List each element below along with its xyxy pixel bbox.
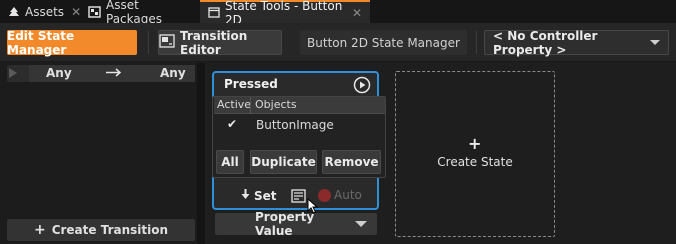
plus-icon: + — [468, 134, 482, 153]
object-name: ButtonImage — [256, 118, 334, 132]
panel-splitter[interactable] — [197, 63, 205, 244]
button-label: Transition Editor — [180, 28, 248, 57]
tab-label: Asset Packages — [106, 0, 162, 26]
set-button[interactable]: Set — [240, 188, 277, 203]
play-icon[interactable] — [353, 76, 371, 97]
window-icon — [208, 7, 220, 18]
mouse-cursor-icon — [307, 197, 319, 217]
toolbar-divider — [148, 31, 149, 54]
tab-state-tools[interactable]: State Tools - Button 2D ✕ — [200, 0, 370, 27]
transition-editor-button[interactable]: Transition Editor — [158, 28, 282, 57]
column-header-active: Active — [217, 98, 252, 111]
close-icon[interactable]: ✕ — [352, 6, 362, 20]
tab-label: Assets — [25, 4, 65, 19]
state-manager-selector[interactable]: Button 2D State Manager — [300, 30, 467, 55]
arrow-right-icon — [105, 64, 123, 84]
button-label: Auto — [334, 188, 362, 202]
transition-editor-icon — [159, 34, 175, 51]
chevron-down-icon — [355, 221, 367, 227]
objects-table-header: Active Objects — [214, 97, 385, 114]
tab-assets[interactable]: Assets ✕ — [0, 0, 81, 23]
toolbar: Edit State Manager Transition Editor But… — [0, 23, 676, 62]
dropdown-label: < No Controller Property > — [493, 28, 598, 57]
create-state-label: Create State — [437, 155, 513, 169]
button-label: Create Transition — [51, 223, 169, 237]
toolbar-divider — [476, 31, 477, 54]
package-icon — [88, 5, 101, 18]
remove-button[interactable]: Remove — [322, 150, 381, 174]
property-value-dropdown[interactable]: Property Value — [215, 210, 377, 238]
button-label: Edit State Manager — [7, 28, 75, 57]
tree-icon — [8, 6, 20, 18]
tab-asset-packages[interactable]: Asset Packages — [80, 0, 198, 26]
tab-bar: Assets ✕ Asset Packages State Tools - Bu… — [0, 0, 676, 27]
record-icon — [318, 188, 331, 202]
create-state-button[interactable] — [395, 71, 555, 237]
column-header-objects: Objects — [255, 98, 297, 111]
button-label: Button 2D State Manager — [307, 35, 460, 50]
checklist-icon[interactable] — [291, 189, 307, 206]
transition-to: Any — [160, 66, 186, 80]
edit-state-manager-button[interactable]: Edit State Manager — [7, 28, 137, 57]
column-divider — [250, 97, 251, 114]
button-label: All — [221, 155, 239, 169]
state-name: Pressed — [224, 77, 278, 91]
duplicate-button[interactable]: Duplicate — [250, 150, 317, 174]
transitions-panel — [0, 63, 197, 244]
button-label: Duplicate — [251, 155, 316, 169]
auto-key-button[interactable]: Auto — [318, 188, 362, 202]
plus-icon: + — [33, 222, 46, 238]
button-label: Set — [254, 188, 277, 203]
controller-property-dropdown[interactable]: < No Controller Property > — [484, 28, 669, 57]
transition-row[interactable]: Any Any — [7, 65, 195, 82]
arrow-down-icon — [240, 188, 251, 203]
checkmark-icon[interactable]: ✔ — [227, 117, 237, 131]
dropdown-label: Property Value — [255, 210, 315, 238]
expand-arrow-icon[interactable] — [9, 68, 17, 78]
chevron-down-icon — [650, 40, 660, 45]
select-all-button[interactable]: All — [216, 150, 244, 174]
create-transition-button[interactable]: + Create Transition — [7, 219, 195, 241]
transition-from: Any — [46, 66, 72, 80]
button-label: Remove — [324, 155, 379, 169]
